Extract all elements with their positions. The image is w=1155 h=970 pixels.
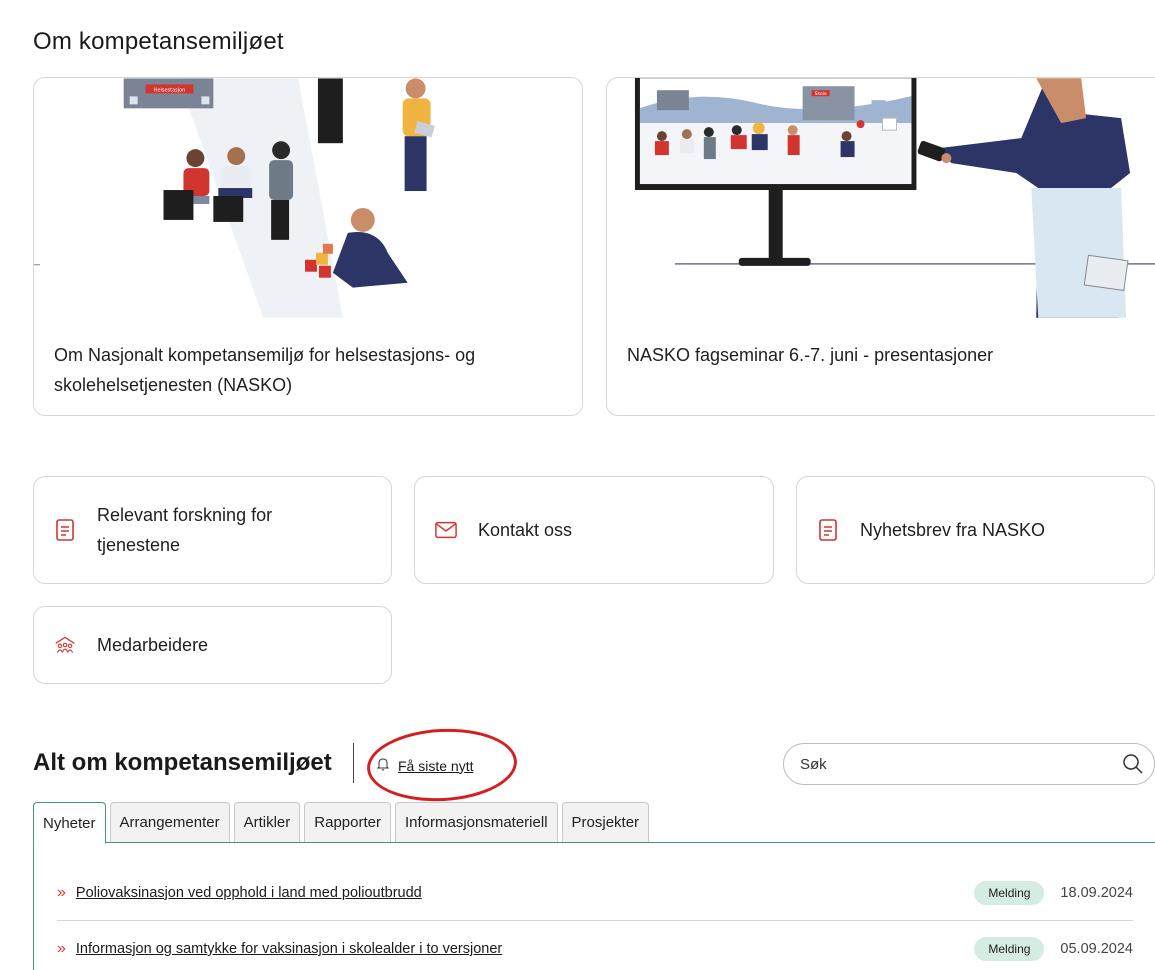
latest-news-label: Få siste nytt <box>398 757 474 774</box>
people-house-icon <box>54 634 76 656</box>
news-type-badge: Melding <box>974 880 1045 905</box>
news-row: » Poliovaksinasjon ved opphold i land me… <box>57 865 1133 921</box>
search-icon[interactable] <box>1122 753 1144 775</box>
health-station-sign: Helsestasjon <box>154 87 186 93</box>
news-title-link[interactable]: Informasjon og samtykke for vaksinasjon … <box>76 941 974 957</box>
search-box[interactable] <box>783 743 1155 785</box>
hero-card-title: NASKO fagseminar 6.-7. juni - presentasj… <box>627 345 994 365</box>
hero-card-title: Om Nasjonalt kompetansemiljø for helsest… <box>54 345 476 395</box>
link-card-label: Medarbeidere <box>97 635 209 655</box>
tab-informasjonsmateriell[interactable]: Informasjonsmateriell <box>394 802 558 842</box>
link-card-relevant-research[interactable]: Relevant forskning for tjenestene <box>33 476 392 584</box>
title-divider <box>353 743 354 783</box>
hero-illustration-health-station: Helsestasjon <box>34 78 435 318</box>
envelope-icon <box>435 519 457 541</box>
hero-illustration-presentation: Skole <box>634 78 1155 318</box>
link-card-label: Relevant forskning for tjenestene <box>97 505 273 555</box>
hero-card-fagseminar[interactable]: Skole NASKO fagseminar 6.-7. juni - pres… <box>606 77 1155 416</box>
tab-nyheter[interactable]: Nyheter <box>33 802 106 844</box>
latest-news-link[interactable]: Få siste nytt <box>376 757 474 774</box>
chevron-right-icon[interactable]: » <box>57 884 66 902</box>
link-card-newsletter[interactable]: Nyhetsbrev fra NASKO <box>796 476 1155 584</box>
school-sign: Skole <box>815 91 827 97</box>
tab-prosjekter[interactable]: Prosjekter <box>561 802 650 842</box>
content-tabs: Nyheter Arrangementer Artikler Rapporter… <box>33 802 650 844</box>
link-card-label: Kontakt oss <box>478 520 573 540</box>
tab-arrangementer[interactable]: Arrangementer <box>109 802 230 842</box>
news-type-badge: Melding <box>974 937 1045 961</box>
news-date: 05.09.2024 <box>1060 941 1133 957</box>
document-icon <box>817 519 839 541</box>
chevron-right-icon[interactable]: » <box>57 940 66 958</box>
news-title-link[interactable]: Poliovaksinasjon ved opphold i land med … <box>76 885 974 901</box>
hero-card-about-nasko[interactable]: Helsestasjon Om Nasjonalt kompetansemilj… <box>33 77 583 416</box>
tab-artikler[interactable]: Artikler <box>233 802 301 842</box>
document-icon <box>54 519 76 541</box>
tab-rapporter[interactable]: Rapporter <box>304 802 391 842</box>
bell-icon <box>376 757 390 774</box>
link-card-employees[interactable]: Medarbeidere <box>33 606 392 684</box>
section-title: Om kompetansemiljøet <box>33 28 284 55</box>
news-date: 18.09.2024 <box>1060 884 1133 901</box>
link-card-contact[interactable]: Kontakt oss <box>414 476 774 584</box>
alt-section-title: Alt om kompetansemiljøet <box>33 749 332 776</box>
link-card-label: Nyhetsbrev fra NASKO <box>860 520 1046 540</box>
search-input[interactable] <box>800 755 1122 773</box>
news-row: » Informasjon og samtykke for vaksinasjo… <box>57 921 1133 970</box>
